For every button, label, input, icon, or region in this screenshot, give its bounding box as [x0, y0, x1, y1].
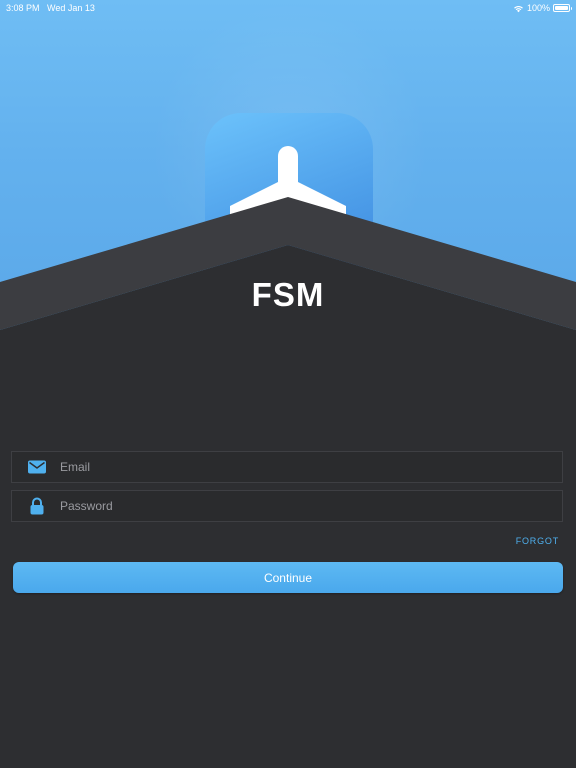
- email-field[interactable]: [11, 451, 563, 483]
- email-input[interactable]: [60, 452, 550, 482]
- continue-button[interactable]: Continue: [13, 562, 563, 593]
- login-screen: 3:08 PM Wed Jan 13 100% FSM Email FORGOT…: [0, 0, 576, 768]
- lock-icon: [30, 497, 44, 515]
- forgot-password-link[interactable]: FORGOT: [516, 536, 559, 546]
- app-name: FSM: [251, 276, 325, 313]
- header-roof-shape: [0, 197, 576, 768]
- envelope-icon: [28, 460, 46, 474]
- password-input[interactable]: [60, 491, 550, 521]
- password-field[interactable]: [11, 490, 563, 522]
